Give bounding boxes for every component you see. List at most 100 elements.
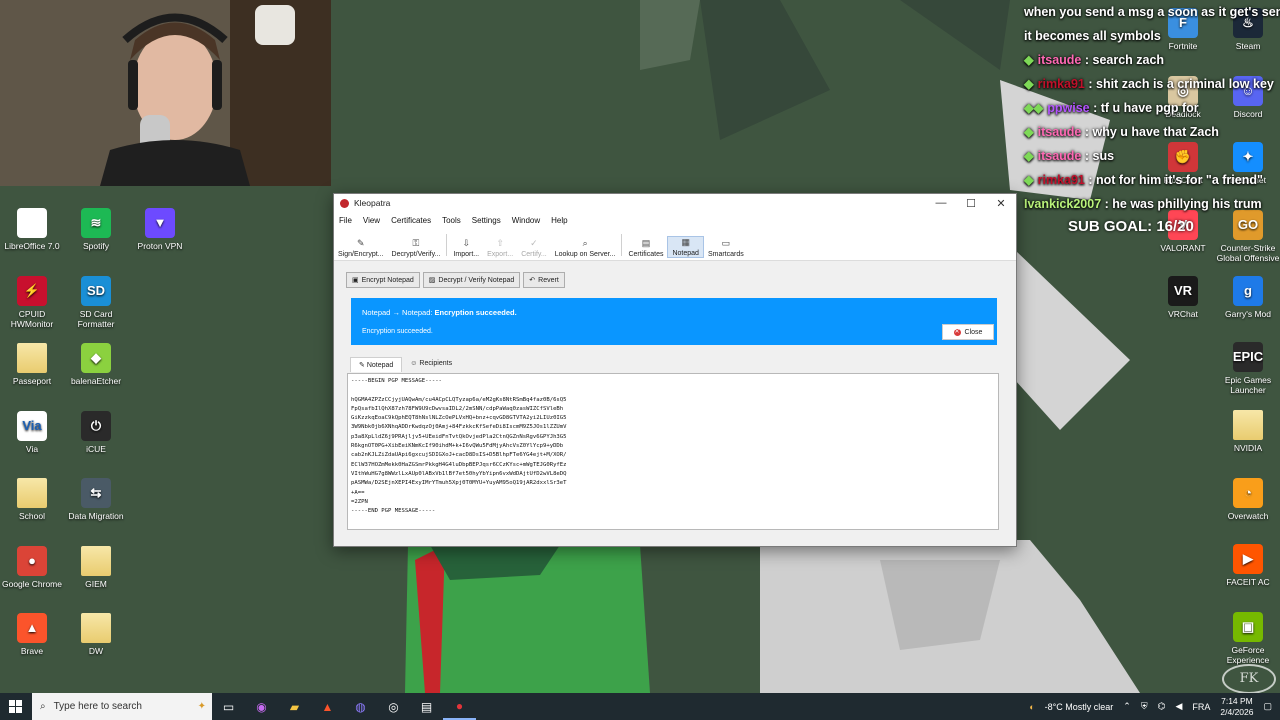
- close-window-button[interactable]: ✕: [986, 197, 1016, 210]
- toolbar-label: Certificates: [628, 251, 664, 258]
- chrome-icon: ●: [17, 545, 47, 576]
- desktop-icon-school[interactable]: School: [0, 478, 64, 521]
- minimize-button[interactable]: —: [926, 197, 956, 209]
- menu-help[interactable]: Help: [546, 216, 573, 225]
- desktop-icon-nvidia[interactable]: NVIDIA: [1216, 410, 1280, 453]
- menu-tools[interactable]: Tools: [437, 216, 467, 225]
- notepad-tabs: ✎ Notepad ☺ Recipients: [350, 357, 460, 372]
- notepad-editor[interactable]: -----BEGIN PGP MESSAGE----- hQGMA4ZPZzCC…: [347, 373, 999, 530]
- start-button[interactable]: [0, 699, 32, 714]
- desktop-icon-garry-s-mod[interactable]: g Garry's Mod: [1216, 276, 1280, 319]
- desktop-icon-epic-games-launcher[interactable]: EPIC Epic Games Launcher: [1216, 342, 1280, 395]
- desktop-icon-spotify[interactable]: ≋ Spotify: [64, 208, 128, 251]
- notepad-actions: ▣ Encrypt Notepad ▨ Decrypt / Verify Not…: [346, 272, 565, 288]
- shield-icon[interactable]: ⛨: [1141, 701, 1148, 712]
- revert-button[interactable]: ↶ Revert: [523, 272, 565, 288]
- desktop-icon-label: GeForce Experience: [1226, 645, 1270, 665]
- menu-certificates[interactable]: Certificates: [386, 216, 437, 225]
- chat-username: itsaude: [1037, 53, 1082, 67]
- desktop-icon-counter-strike-global-offensive[interactable]: GO Counter-Strike Global Offensive: [1216, 210, 1280, 263]
- close-icon: ✕: [953, 328, 961, 336]
- desktop-icon-google-chrome[interactable]: ● Google Chrome: [0, 545, 64, 589]
- window-titlebar[interactable]: Kleopatra — ☐ ✕: [334, 194, 1016, 212]
- notifications-icon[interactable]: ▢: [1263, 701, 1272, 712]
- desktop-icon-giem[interactable]: GIEM: [64, 545, 128, 589]
- toolbar-label: Smartcards: [707, 251, 744, 258]
- taskbar: ⌕ Type here to search ✦ ▭ ◉ ▰ ▲ ◍ ◎ ▤ ● …: [0, 693, 1280, 720]
- banner-close-button[interactable]: ✕ Close: [942, 324, 994, 340]
- garrys-mod-icon: g: [1233, 276, 1263, 306]
- toolbar-decrypt-verify-button[interactable]: ⚿ Decrypt/Verify...: [388, 238, 445, 258]
- tray-overflow-icon[interactable]: ⌃: [1123, 701, 1131, 712]
- tab-notepad[interactable]: ✎ Notepad: [350, 357, 403, 372]
- windows-icon: [9, 699, 22, 713]
- desktop-icon-brave[interactable]: ▲ Brave: [0, 613, 64, 656]
- icue-icon: ⏻: [81, 410, 111, 441]
- menu-view[interactable]: View: [358, 216, 386, 225]
- desktop-icon-balenaetcher[interactable]: ◆ balenaEtcher: [64, 343, 128, 386]
- desktop-icon-dw[interactable]: DW: [64, 613, 128, 656]
- chat-username: ppwise: [1047, 101, 1090, 115]
- desktop-icon-passeport[interactable]: Passeport: [0, 343, 64, 386]
- streamer-image: [0, 0, 331, 186]
- desktop-icon-overwatch[interactable]: ◔ Overwatch: [1216, 478, 1280, 521]
- toolbar-notepad-button[interactable]: ▦ Notepad: [667, 236, 704, 258]
- language-indicator[interactable]: FRA: [1192, 702, 1210, 712]
- desktop-icon-vrchat[interactable]: VR VRChat: [1151, 276, 1215, 319]
- desktop-icon-label: iCUE: [86, 443, 106, 454]
- tab-recipients[interactable]: ☺ Recipients: [402, 357, 460, 372]
- menu-window[interactable]: Window: [507, 216, 546, 225]
- kleopatra-taskbar-icon[interactable]: ●: [443, 693, 476, 720]
- obs-icon[interactable]: ◎: [377, 693, 410, 720]
- chat-badge-icon: ◆: [1024, 77, 1034, 91]
- chat-message: ◆ itsaude : search zach: [1024, 48, 1280, 72]
- chat-message: ◆ itsaude : sus: [1024, 144, 1280, 168]
- toolbar-certificates-button[interactable]: ▤ Certificates: [624, 238, 667, 258]
- network-icon[interactable]: ⌬: [1158, 701, 1166, 712]
- menu-settings[interactable]: Settings: [467, 216, 507, 225]
- kleopatra-window[interactable]: Kleopatra — ☐ ✕ File View Certificates Tool…: [333, 193, 1017, 547]
- desktop-icon-libreoffice-7-0[interactable]: LibreOffice 7.0: [0, 208, 64, 251]
- copilot-icon[interactable]: ◉: [245, 693, 278, 720]
- file-explorer-icon[interactable]: ▰: [278, 693, 311, 720]
- chat-username: rimka91: [1037, 173, 1085, 187]
- terminal-icon[interactable]: ▤: [410, 693, 443, 720]
- volume-icon[interactable]: ◀: [1175, 701, 1182, 712]
- decrypt-verify-icon: ⚿: [412, 238, 420, 248]
- desktop-icon-cpuid-hwmonitor[interactable]: ⚡ CPUID HWMonitor: [0, 275, 64, 329]
- desktop-icon-sd-card-formatter[interactable]: SD SD Card Formatter: [64, 275, 128, 329]
- desktop-icon-icue[interactable]: ⏻ iCUE: [64, 410, 128, 454]
- folder-icon: [81, 613, 111, 643]
- toolbar-sign-encrypt-button[interactable]: ✎ Sign/Encrypt...: [334, 238, 388, 258]
- system-tray: ◐ -8°C Mostly clear ⌃ ⛨ ⌬ ◀ FRA 7:14 PM …: [1029, 693, 1280, 720]
- result-banner: Notepad → Notepad: Encryption succeeded.…: [351, 298, 997, 345]
- weather-text[interactable]: -8°C Mostly clear: [1045, 702, 1114, 712]
- chat-message: when you send a msg a soon as it get's s…: [1024, 0, 1280, 24]
- toolbar-separator: [446, 234, 448, 256]
- menu-file[interactable]: File: [334, 216, 358, 225]
- desktop-icon-label: School: [19, 511, 45, 521]
- brave-taskbar-icon[interactable]: ▲: [311, 693, 344, 720]
- desktop-icon-data-migration[interactable]: ⇆ Data Migration: [64, 478, 128, 521]
- clock[interactable]: 7:14 PM 2/4/2026: [1220, 696, 1253, 718]
- search-icon: ⌕: [582, 238, 588, 248]
- task-view-icon[interactable]: ▭: [212, 693, 245, 720]
- desktop-icon-geforce-experience[interactable]: ▣ GeForce Experience: [1216, 612, 1280, 665]
- toolbar-import-button[interactable]: ⇩ Import...: [449, 238, 483, 258]
- maximize-button[interactable]: ☐: [956, 197, 986, 210]
- proton-taskbar-icon[interactable]: ◍: [344, 693, 377, 720]
- desktop-icon-label: SD Card Formatter: [77, 308, 115, 329]
- chat-username: rimka91: [1037, 77, 1085, 91]
- taskbar-search[interactable]: ⌕ Type here to search ✦: [32, 693, 212, 720]
- toolbar-certify-button[interactable]: ✓ Certify...: [517, 238, 551, 258]
- toolbar-smartcards-button[interactable]: ▭ Smartcards: [704, 238, 748, 258]
- encrypt-notepad-button[interactable]: ▣ Encrypt Notepad: [346, 272, 420, 288]
- desktop-icon-proton-vpn[interactable]: ▼ Proton VPN: [128, 208, 192, 251]
- desktop-icon-faceit-ac[interactable]: ▶ FACEIT AC: [1216, 544, 1280, 587]
- desktop-icon-label: Spotify: [83, 241, 109, 251]
- desktop-icon-via[interactable]: Via Via: [0, 410, 64, 454]
- decrypt-verify-notepad-button[interactable]: ▨ Decrypt / Verify Notepad: [422, 272, 521, 288]
- desktop-icon-label: Brave: [20, 646, 44, 656]
- toolbar-lookup-on-server-button[interactable]: ⌕ Lookup on Server...: [551, 238, 620, 258]
- toolbar-export-button[interactable]: ⇧ Export...: [483, 238, 517, 258]
